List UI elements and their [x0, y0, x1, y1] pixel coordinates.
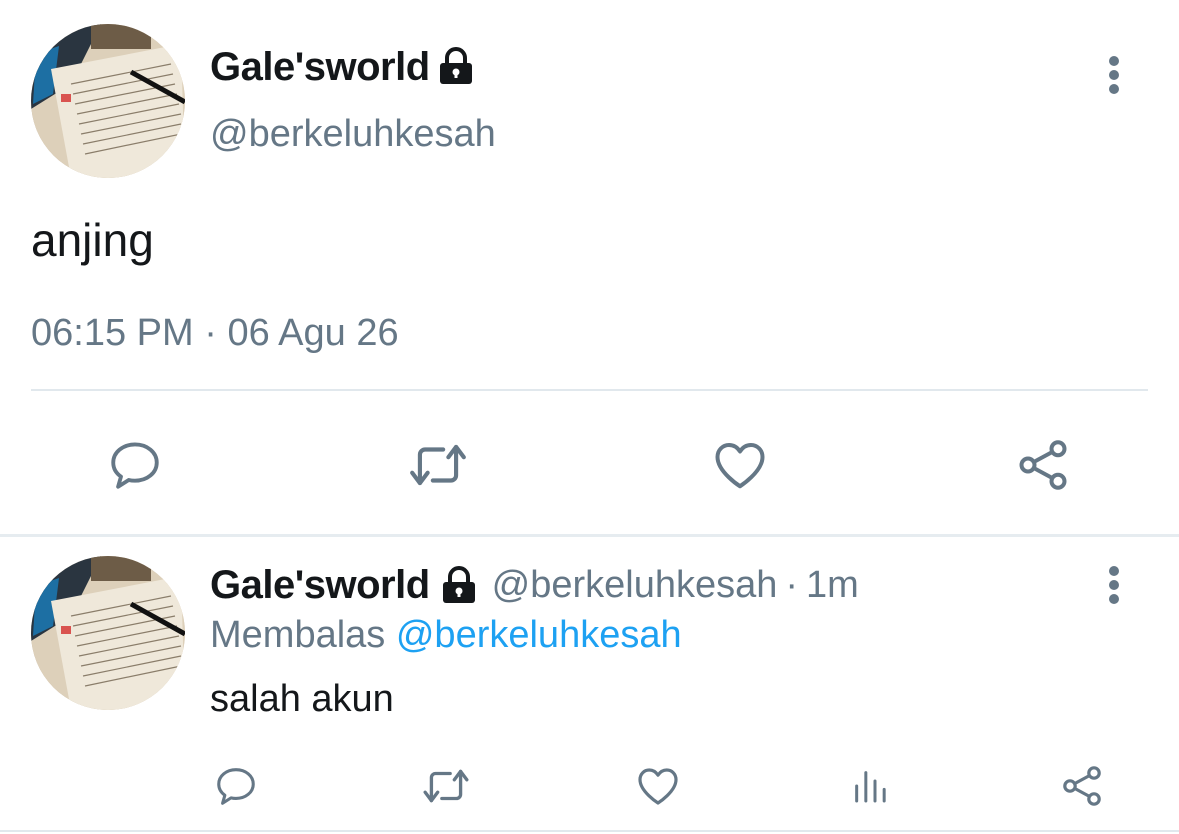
- share-icon[interactable]: [1008, 430, 1078, 500]
- replying-to-link[interactable]: @berkeluhkesah: [396, 614, 682, 656]
- reply-handle[interactable]: @berkeluhkesah: [492, 564, 778, 607]
- reply-like-icon[interactable]: [632, 760, 684, 812]
- reply-text: salah akun: [210, 678, 394, 720]
- lock-icon: [436, 46, 476, 86]
- replying-to: Membalas @berkeluhkesah: [210, 612, 682, 658]
- reply-share-icon[interactable]: [1056, 760, 1108, 812]
- reply-display-name[interactable]: Gale'sworld: [210, 562, 430, 608]
- timestamp-separator: ·: [204, 312, 217, 354]
- retweet-icon[interactable]: [403, 430, 473, 500]
- tweet-timestamp: 06:15 PM · 06 Agu 26: [31, 310, 399, 356]
- reply-icon[interactable]: [100, 430, 170, 500]
- reply-avatar[interactable]: [31, 556, 185, 710]
- reply-retweet-icon[interactable]: [420, 760, 472, 812]
- tweet-time: 06:15 PM: [31, 312, 194, 354]
- avatar[interactable]: [31, 24, 185, 178]
- bottom-divider: [0, 830, 1179, 832]
- divider: [31, 389, 1148, 391]
- reply-header: Gale'sworld @berkeluhkesah · 1m: [210, 562, 859, 608]
- replying-label: Membalas: [210, 614, 386, 656]
- tweet-text: anjing: [31, 214, 154, 266]
- handle[interactable]: @berkeluhkesah: [210, 112, 496, 156]
- more-options-icon[interactable]: [1096, 52, 1132, 98]
- reply-separator: ·: [785, 563, 799, 606]
- reply-lock-icon: [436, 565, 482, 605]
- reply-reply-icon[interactable]: [210, 760, 262, 812]
- analytics-icon[interactable]: [844, 760, 896, 812]
- tweet-date: 06 Agu 26: [227, 312, 399, 354]
- display-name[interactable]: Gale'sworld: [210, 44, 430, 90]
- tweet-separator: [0, 534, 1179, 537]
- reply-age: 1m: [806, 563, 859, 606]
- reply-more-options-icon[interactable]: [1096, 562, 1132, 608]
- like-icon[interactable]: [705, 430, 775, 500]
